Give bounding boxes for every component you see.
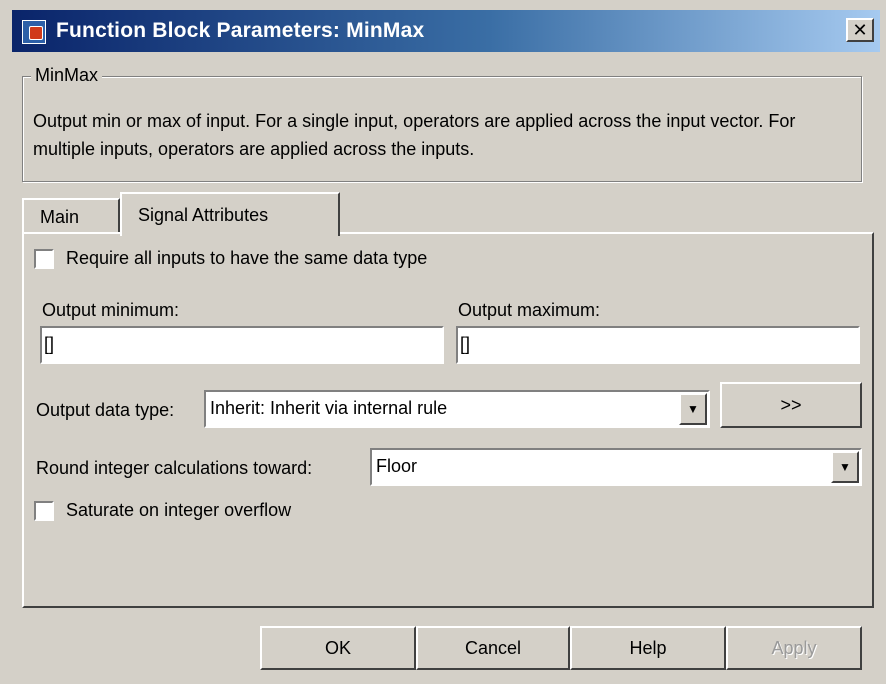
output-max-field[interactable]: [] — [456, 326, 860, 364]
tab-main-label: Main — [40, 206, 80, 227]
apply-label: Apply — [771, 637, 817, 658]
apply-button: Apply — [726, 626, 862, 670]
help-label: Help — [629, 637, 667, 658]
saturate-checkbox-row[interactable]: Saturate on integer overflow — [34, 500, 291, 521]
tab-main[interactable]: Main — [22, 198, 120, 234]
dialog-window: Function Block Parameters: MinMax ✕ MinM… — [0, 0, 886, 684]
output-type-select[interactable]: Inherit: Inherit via internal rule ▼ — [204, 390, 710, 428]
signal-attributes-panel: Require all inputs to have the same data… — [22, 232, 874, 608]
round-select[interactable]: Floor ▼ — [370, 448, 862, 486]
ok-label: OK — [324, 637, 351, 658]
output-max-label: Output maximum: — [458, 300, 601, 320]
round-label: Round integer calculations toward: — [36, 458, 313, 478]
same-type-checkbox[interactable] — [34, 248, 54, 269]
help-button[interactable]: Help — [570, 626, 726, 670]
saturate-checkbox-label: Saturate on integer overflow — [66, 500, 292, 520]
simulink-app-icon — [22, 18, 48, 44]
data-type-assistant-button[interactable]: >> — [720, 382, 862, 428]
same-type-checkbox-label: Require all inputs to have the same data… — [66, 248, 428, 268]
output-min-label: Output minimum: — [42, 300, 180, 320]
tab-signal-attributes[interactable]: Signal Attributes — [120, 192, 340, 236]
window-title: Function Block Parameters: MinMax — [56, 19, 425, 42]
output-type-value: Inherit: Inherit via internal rule — [210, 398, 448, 418]
output-min-field[interactable]: [] — [40, 326, 444, 364]
saturate-checkbox[interactable] — [34, 500, 54, 521]
output-type-label: Output data type: — [36, 400, 175, 420]
tab-strip: Main Signal Attributes — [22, 192, 862, 236]
same-type-checkbox-row[interactable]: Require all inputs to have the same data… — [34, 248, 427, 269]
group-legend: MinMax — [31, 65, 103, 86]
close-button[interactable]: ✕ — [846, 18, 874, 42]
round-value: Floor — [376, 456, 418, 476]
block-description: Output min or max of input. For a single… — [33, 111, 796, 159]
title-bar[interactable]: Function Block Parameters: MinMax ✕ — [12, 10, 880, 52]
block-description-group: MinMax Output min or max of input. For a… — [22, 65, 862, 182]
cancel-label: Cancel — [464, 637, 522, 658]
tab-signal-attributes-label: Signal Attributes — [138, 204, 269, 225]
cancel-button[interactable]: Cancel — [416, 626, 570, 670]
close-icon: ✕ — [852, 19, 868, 40]
ok-button[interactable]: OK — [260, 626, 416, 670]
chevron-down-icon[interactable]: ▼ — [679, 393, 707, 425]
data-type-assistant-label: >> — [780, 394, 802, 415]
chevron-down-icon[interactable]: ▼ — [831, 451, 859, 483]
